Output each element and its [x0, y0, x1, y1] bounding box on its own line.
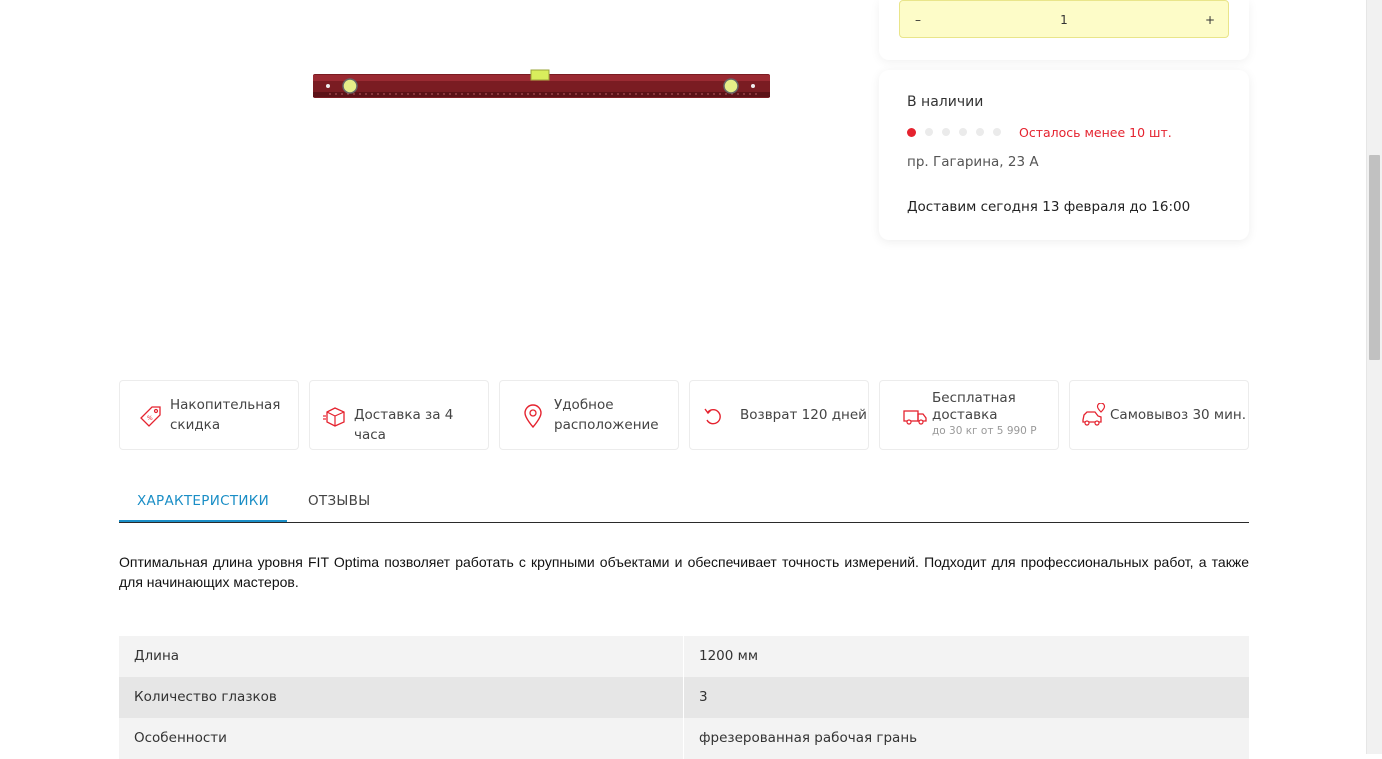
benefit-discount[interactable]: % Накопительная скидка — [119, 380, 299, 450]
product-image — [119, 0, 864, 360]
page-scrollbar[interactable] — [1366, 0, 1382, 754]
spec-name: Длина — [119, 636, 683, 677]
delivery-truck-icon — [903, 410, 927, 425]
benefit-label: Накопительная скидка — [170, 397, 281, 433]
stock-dot-empty — [959, 128, 967, 136]
stock-dot-empty — [942, 128, 950, 136]
quantity-stepper: – 1 + — [899, 0, 1229, 38]
benefit-label: Доставка за 4 часа — [354, 407, 454, 443]
return-arrow-icon — [704, 408, 721, 425]
spirit-level-image — [313, 69, 770, 98]
benefit-fast-delivery[interactable]: Доставка за 4 часа — [309, 380, 489, 450]
table-row: Особенности фрезерованная рабочая грань — [119, 718, 1249, 759]
car-pickup-icon — [1082, 403, 1106, 426]
benefit-free-delivery[interactable]: Бесплатная доставка до 30 кг от 5 990 Р — [879, 380, 1059, 450]
benefit-label: Самовывоз 30 мин. — [1110, 407, 1246, 423]
benefit-pickup[interactable]: Самовывоз 30 мин. — [1069, 380, 1249, 450]
spec-name: Количество глазков — [119, 677, 683, 718]
product-description: Оптимальная длина уровня FIT Optima позв… — [119, 554, 1249, 590]
store-address[interactable]: пр. Гагарина, 23 А — [907, 154, 1039, 170]
quantity-increase-button[interactable]: + — [1192, 1, 1228, 39]
stock-dot-empty — [925, 128, 933, 136]
package-box-icon — [323, 407, 345, 427]
tab-reviews[interactable]: ОТЗЫВЫ — [308, 480, 370, 522]
scrollbar-thumb[interactable] — [1369, 155, 1380, 360]
tab-characteristics[interactable]: ХАРАКТЕРИСТИКИ — [119, 480, 287, 522]
benefit-label: Удобное расположение — [554, 397, 659, 433]
svg-text:%: % — [147, 415, 153, 422]
map-pin-icon — [524, 404, 542, 429]
quantity-decrease-button[interactable]: – — [900, 1, 936, 39]
benefit-return[interactable]: Возврат 120 дней — [689, 380, 869, 450]
availability-status: В наличии — [907, 94, 984, 110]
quantity-input[interactable]: 1 — [950, 1, 1178, 39]
benefit-label: Бесплатная доставка — [932, 390, 1016, 423]
stock-dot-filled — [907, 128, 916, 137]
table-row: Количество глазков 3 — [119, 677, 1249, 718]
spec-name: Особенности — [119, 718, 683, 759]
spec-value: 1200 мм — [684, 636, 1249, 677]
discount-tag-icon: % — [140, 406, 161, 427]
stock-dot-empty — [976, 128, 984, 136]
spec-value: 3 — [684, 677, 1249, 718]
delivery-estimate: Доставим сегодня 13 февраля до 16:00 — [907, 199, 1191, 215]
benefit-location[interactable]: Удобное расположение — [499, 380, 679, 450]
benefit-sublabel: до 30 кг от 5 990 Р — [932, 425, 1037, 437]
specs-table: Длина 1200 мм Количество глазков 3 Особе… — [119, 636, 1249, 759]
benefit-label: Возврат 120 дней — [740, 407, 867, 423]
stock-dot-empty — [993, 128, 1001, 136]
table-row: Длина 1200 мм — [119, 636, 1249, 677]
availability-card: В наличии Осталось менее 10 шт. пр. Гага… — [879, 70, 1249, 240]
quantity-card: – 1 + — [879, 0, 1249, 60]
spec-value: фрезерованная рабочая грань — [684, 718, 1249, 759]
stock-level-indicator — [907, 128, 1010, 138]
stock-left-text: Осталось менее 10 шт. — [1019, 125, 1172, 140]
product-tabs: ХАРАКТЕРИСТИКИ ОТЗЫВЫ — [119, 480, 1249, 523]
